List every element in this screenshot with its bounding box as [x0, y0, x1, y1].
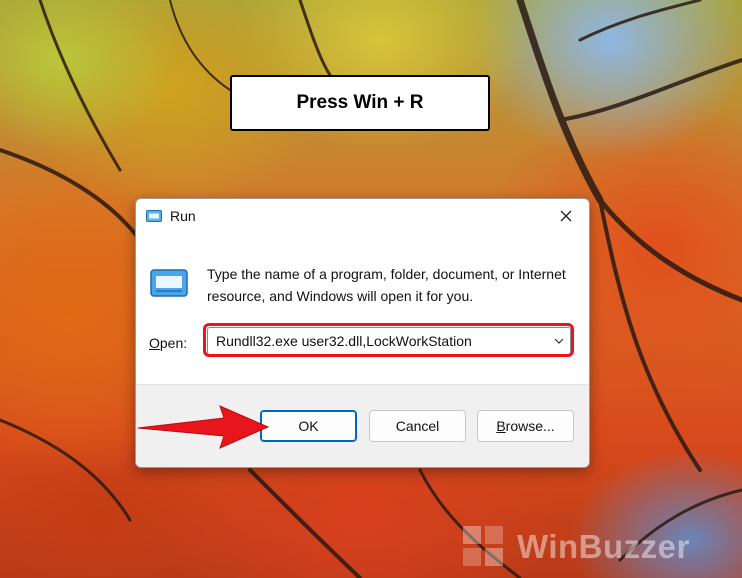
open-label: Open:: [149, 335, 187, 351]
ok-button-label: OK: [298, 418, 319, 434]
ok-button[interactable]: OK: [260, 410, 357, 442]
instruction-caption: Press Win + R: [230, 75, 490, 131]
close-icon: [560, 210, 572, 222]
browse-mnemonic: B: [496, 418, 506, 434]
browse-button[interactable]: Browse...: [477, 410, 574, 442]
chevron-down-icon[interactable]: [554, 337, 564, 345]
open-label-rest: pen:: [159, 335, 188, 351]
run-app-icon: [150, 269, 188, 297]
caption-text: Press Win + R: [296, 92, 424, 113]
cancel-button-label: Cancel: [395, 418, 440, 434]
open-command-combobox[interactable]: Rundll32.exe user32.dll,LockWorkStation: [207, 327, 571, 355]
watermark-text: WinBuzzer: [517, 528, 690, 565]
command-input[interactable]: Rundll32.exe user32.dll,LockWorkStation: [216, 333, 472, 349]
open-label-mnemonic: O: [149, 335, 160, 351]
dialog-title: Run: [170, 208, 196, 224]
winbuzzer-logo-icon: [463, 526, 503, 566]
title-bar[interactable]: Run: [136, 199, 589, 233]
dialog-description: Type the name of a program, folder, docu…: [207, 266, 566, 304]
browse-button-label-rest: rowse...: [505, 418, 555, 434]
close-button[interactable]: [543, 199, 589, 233]
winbuzzer-watermark: WinBuzzer: [455, 520, 735, 572]
cancel-button[interactable]: Cancel: [369, 410, 466, 442]
run-title-icon: [146, 210, 162, 222]
pointer-arrow-icon: [137, 405, 270, 449]
